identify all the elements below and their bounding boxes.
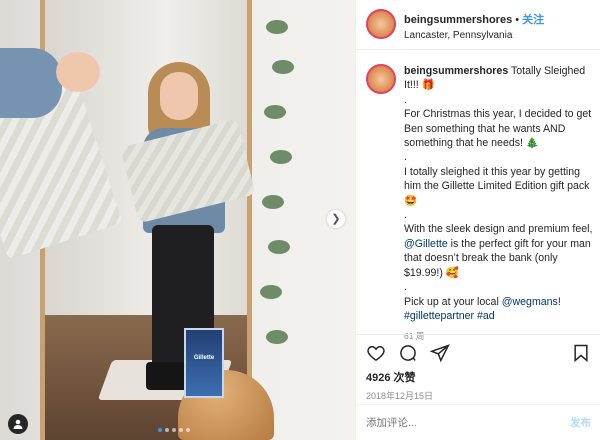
post-comment-button[interactable]: 发布 [570, 415, 591, 430]
mention-link[interactable]: @Gillette [404, 238, 448, 250]
header-line: beingsummershores • 关注 [404, 11, 544, 27]
caption-separator: . [404, 151, 407, 164]
caption-username[interactable]: beingsummershores [404, 65, 508, 77]
person-icon[interactable] [8, 414, 28, 434]
carousel-dot [186, 428, 190, 432]
carousel-dot [179, 428, 183, 432]
photo-garland [260, 0, 294, 400]
location-link[interactable]: Lancaster, Pennsylvania [404, 30, 544, 41]
caption-paragraph: Pick up at your local @wegmans! [404, 295, 594, 309]
avatar[interactable] [366, 9, 396, 39]
caption-avatar[interactable] [366, 64, 396, 94]
action-bar: 4926 次赞 2018年12月15日 [356, 334, 600, 402]
chevron-right-icon[interactable]: ❯ [327, 210, 345, 228]
photo-person-face [160, 72, 198, 120]
header-text: beingsummershores • 关注 Lancaster, Pennsy… [404, 9, 544, 49]
comment-icon[interactable] [398, 343, 418, 363]
gift-box-label: Gillette [193, 355, 215, 361]
caption-first-line: beingsummershores Totally Sleighed It!!!… [404, 64, 594, 93]
action-icons [366, 341, 591, 365]
caption-text: I totally sleighed it this year by getti… [404, 165, 590, 207]
header-separator: • [512, 14, 523, 26]
caption-separator: . [404, 93, 407, 106]
photo-hand [56, 52, 100, 92]
likes-count[interactable]: 4926 次赞 [366, 369, 591, 385]
post-header: beingsummershores • 关注 Lancaster, Pennsy… [356, 0, 600, 50]
instagram-post: Gillette ❯ beingsummershores • 关注 Lancas… [0, 0, 600, 440]
hashtag-links[interactable]: #gillettepartner #ad [404, 309, 594, 323]
comment-input[interactable] [366, 416, 570, 429]
caption: beingsummershores Totally Sleighed It!!!… [366, 64, 596, 344]
post-sidebar: beingsummershores • 关注 Lancaster, Pennsy… [355, 0, 600, 440]
bookmark-icon[interactable] [571, 343, 591, 363]
photo-arm [0, 48, 62, 118]
header-username[interactable]: beingsummershores [404, 14, 512, 26]
caption-text: ! [557, 295, 561, 308]
caption-text: Pick up at your local [404, 295, 502, 308]
photo-gift-box [184, 328, 224, 398]
carousel-dots [158, 428, 190, 432]
caption-paragraph: With the sleek design and premium feel, … [404, 222, 594, 280]
caption-text: For Christmas this year, I decided to ge… [404, 108, 592, 150]
follow-button[interactable]: 关注 [522, 14, 544, 26]
caption-text: With the sleek design and premium feel, [404, 223, 593, 236]
caption-separator: . [404, 209, 407, 222]
share-icon[interactable] [430, 343, 450, 363]
caption-body: beingsummershores Totally Sleighed It!!!… [404, 64, 594, 344]
mention-link[interactable]: @wegmans [502, 296, 558, 308]
carousel-dot [172, 428, 176, 432]
carousel-dot [165, 428, 169, 432]
heart-icon[interactable] [366, 343, 386, 363]
post-photo[interactable]: Gillette ❯ [0, 0, 355, 440]
post-date: 2018年12月15日 [366, 391, 434, 401]
caption-separator: . [404, 281, 407, 294]
comment-bar: 发布 [356, 404, 600, 440]
carousel-dot [158, 428, 162, 432]
